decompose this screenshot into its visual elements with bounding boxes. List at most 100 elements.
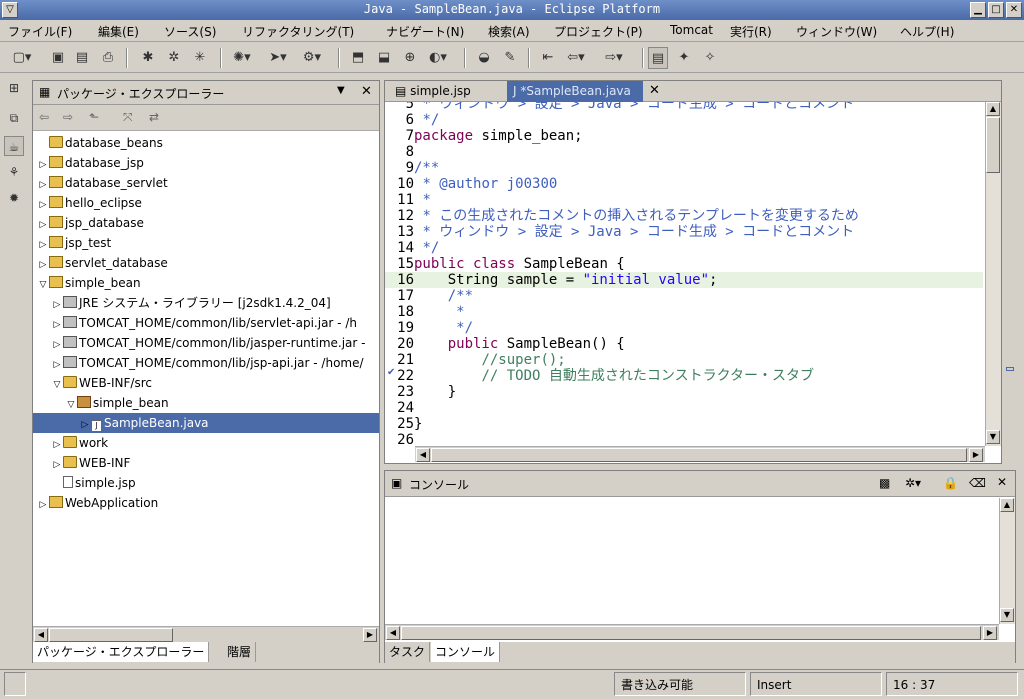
package-hscroll[interactable]: ◀ ▶ [33, 626, 379, 642]
code-line[interactable]: 15public class SampleBean { [385, 256, 983, 272]
tree-item[interactable]: ▷ TOMCAT_HOME/common/lib/jsp-api.jar - /h… [33, 353, 364, 373]
code-line[interactable]: 26 [385, 432, 983, 444]
twisty-icon[interactable]: ▷ [51, 355, 63, 375]
twisty-icon[interactable]: ▷ [37, 255, 49, 275]
pin-icon[interactable]: ✎ [500, 47, 520, 69]
tab-samplebean-java[interactable]: J *SampleBean.java [507, 81, 643, 102]
scroll-right-icon[interactable]: ▶ [363, 628, 377, 642]
back-icon[interactable]: ⇦▾ [566, 47, 586, 69]
console-hscroll[interactable]: ◀ ▶ [385, 624, 999, 640]
code-line[interactable]: 21 //super(); [385, 352, 983, 368]
new-project-icon[interactable]: ⬒ [348, 47, 368, 69]
editor-hscroll[interactable]: ◀ ▶ [415, 446, 985, 462]
terminate-icon[interactable]: ▩ [879, 476, 890, 490]
scroll-thumb[interactable] [49, 628, 173, 642]
save-all-icon[interactable]: ▤ [72, 47, 92, 69]
code-line[interactable]: 14 */ [385, 240, 983, 256]
tab-package-explorer[interactable]: パッケージ・エクスプローラー [33, 642, 210, 662]
menu-search[interactable]: 検索(A) [488, 23, 530, 40]
tree-item[interactable]: ▷ hello_eclipse [33, 193, 142, 213]
tree-item[interactable]: ▽ WEB-INF/src [33, 373, 152, 393]
tree-item[interactable]: ▷ database_jsp [33, 153, 144, 173]
back-icon[interactable]: ⇦ [39, 110, 49, 124]
editor-hscroll-thumb[interactable] [431, 448, 967, 462]
hierarchy-view-icon[interactable]: ⚘ [4, 162, 24, 182]
save-icon[interactable]: ▣ [48, 47, 68, 69]
open-perspective-icon[interactable]: ⊞ [4, 78, 24, 98]
tree-item[interactable]: ▷ WEB-INF [33, 453, 130, 473]
link-editor-icon[interactable]: ⇄ [149, 110, 159, 124]
code-line[interactable]: 16 String sample = "initial value"; [385, 272, 983, 288]
external-tools-icon[interactable]: ⚙▾ [302, 47, 322, 69]
scroll-left-icon[interactable]: ◀ [34, 628, 48, 642]
close-view-icon[interactable]: ✕ [361, 84, 372, 99]
code-line[interactable]: 19 */ [385, 320, 983, 336]
tab-tasks[interactable]: タスク [385, 642, 431, 662]
code-line[interactable]: 22 // TODO 自動生成されたコンストラクター・スタブ [385, 368, 983, 384]
menu-refactor[interactable]: リファクタリング(T) [242, 23, 354, 40]
debug-icon[interactable]: ✺▾ [232, 47, 252, 69]
tree-item[interactable]: simple.jsp [33, 473, 136, 493]
scroll-left-icon[interactable]: ◀ [386, 626, 400, 640]
code-line[interactable]: 18 * [385, 304, 983, 320]
code-line[interactable]: 24 [385, 400, 983, 416]
twisty-icon[interactable]: ▷ [51, 435, 63, 455]
tomcat-start-icon[interactable]: ✱ [138, 47, 158, 69]
tree-item[interactable]: ▷ TOMCAT_HOME/common/lib/jasper-runtime.j… [33, 333, 365, 353]
clear-icon[interactable]: ⌫ [969, 476, 986, 490]
code-area[interactable]: 5 * ウィンドウ > 設定 > Java > コード生成 > コードとコメント… [385, 102, 985, 444]
code-line[interactable]: 13 * ウィンドウ > 設定 > Java > コード生成 > コードとコメン… [385, 224, 983, 240]
twisty-icon[interactable]: ▷ [51, 295, 63, 315]
resource-perspective-icon[interactable]: ⧉ [4, 108, 24, 128]
tree-item[interactable]: ▷ jsp_database [33, 213, 144, 233]
lock-icon[interactable]: 🔒 [943, 476, 958, 490]
code-line[interactable]: 25} [385, 416, 983, 432]
code-line[interactable]: 23 } [385, 384, 983, 400]
code-line[interactable]: 9/** [385, 160, 983, 176]
twisty-icon[interactable]: ▷ [37, 155, 49, 175]
twisty-icon[interactable]: ▽ [65, 395, 77, 415]
twisty-icon[interactable]: ▽ [37, 275, 49, 295]
code-line[interactable]: 7package simple_bean; [385, 128, 983, 144]
close-window-button[interactable]: ✕ [1006, 2, 1022, 18]
tree-item[interactable]: ▷ servlet_database [33, 253, 168, 273]
forward-icon[interactable]: ⇨ [63, 110, 73, 124]
twisty-icon[interactable]: ▷ [37, 235, 49, 255]
new-icon[interactable]: ▢▾ [12, 47, 32, 69]
collapse-all-icon[interactable]: ⤧ [123, 110, 133, 125]
twisty-icon[interactable]: ▷ [37, 495, 49, 515]
scroll-up-icon[interactable]: ▲ [1000, 498, 1014, 512]
twisty-icon[interactable]: ▷ [37, 215, 49, 235]
code-line[interactable]: 11 * [385, 192, 983, 208]
console-vscroll[interactable]: ▲ ▼ [999, 498, 1015, 624]
twisty-icon[interactable]: ▷ [79, 415, 91, 435]
tomcat-restart-icon[interactable]: ✳ [190, 47, 210, 69]
tree-item[interactable]: ▷ JRE システム・ライブラリー [j2sdk1.4.2_04] [33, 293, 331, 313]
tab-console[interactable]: コンソール [431, 642, 501, 662]
up-icon[interactable]: ⬑ [89, 110, 99, 124]
tree-item[interactable]: ▷ work [33, 433, 108, 453]
menu-source[interactable]: ソース(S) [164, 23, 216, 40]
console-hscroll-thumb[interactable] [401, 626, 981, 640]
tab-simple-jsp[interactable]: ▤ simple.jsp [389, 81, 477, 102]
close-view-icon[interactable]: ✕ [997, 475, 1007, 489]
editor-scroll-thumb[interactable] [986, 117, 1000, 173]
tree-item[interactable]: database_beans [33, 133, 163, 153]
maximize-button[interactable]: □ [988, 2, 1004, 18]
tomcat-stop-icon[interactable]: ✲ [164, 47, 184, 69]
twisty-icon[interactable]: ▷ [37, 175, 49, 195]
twisty-icon[interactable]: ▽ [51, 375, 63, 395]
debug-perspective-icon[interactable]: ✦ [674, 47, 694, 69]
java-view-icon[interactable]: ☕ [4, 136, 24, 156]
last-edit-icon[interactable]: ⇤ [538, 47, 558, 69]
menu-window[interactable]: ウィンドウ(W) [796, 23, 877, 40]
menu-project[interactable]: プロジェクト(P) [554, 23, 643, 40]
menu-run[interactable]: 実行(R) [730, 23, 772, 40]
code-line[interactable]: 5 * ウィンドウ > 設定 > Java > コード生成 > コードとコメント [385, 102, 983, 112]
twisty-icon[interactable]: ▷ [51, 455, 63, 475]
scroll-up-icon[interactable]: ▲ [986, 102, 1000, 116]
close-tab-icon[interactable]: ✕ [649, 83, 660, 98]
minimize-button[interactable]: ▁ [970, 2, 986, 18]
editor-vscroll[interactable]: ▲ ▼ [985, 102, 1001, 446]
team-perspective-icon[interactable]: ✧ [700, 47, 720, 69]
